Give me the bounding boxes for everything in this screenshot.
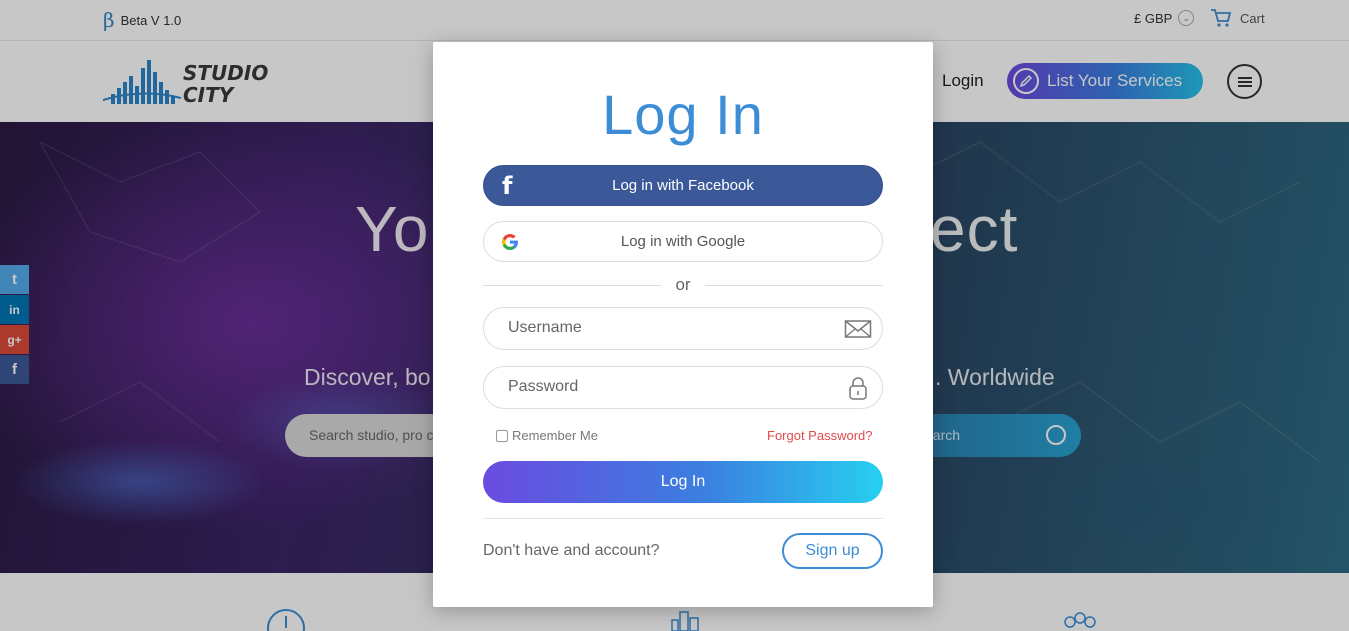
password-field[interactable] [483,366,883,409]
google-icon [502,234,518,250]
login-modal: Log In f Log in with Facebook Log in wit… [433,42,933,607]
no-account-text: Don't have and account? [483,542,660,559]
google-login-label: Log in with Google [620,233,746,250]
remember-me[interactable]: Remember Me [496,428,598,443]
modal-divider [483,518,883,519]
username-field[interactable] [483,307,883,350]
username-input[interactable] [508,319,808,337]
facebook-icon: f [502,172,513,200]
google-login-button[interactable]: Log in with Google [483,221,883,262]
or-label: or [675,275,691,294]
password-input[interactable] [508,378,808,396]
or-divider: or [483,275,883,295]
modal-title: Log In [602,83,764,146]
remember-label: Remember Me [512,428,598,443]
signup-button[interactable]: Sign up [782,533,883,569]
remember-checkbox[interactable] [496,429,508,442]
facebook-login-button[interactable]: f Log in with Facebook [483,165,883,206]
envelope-icon [844,320,872,338]
facebook-login-label: Log in with Facebook [612,177,754,194]
lock-icon [849,377,867,400]
login-button[interactable]: Log In [483,461,883,503]
forgot-password-link[interactable]: Forgot Password? [767,428,873,443]
